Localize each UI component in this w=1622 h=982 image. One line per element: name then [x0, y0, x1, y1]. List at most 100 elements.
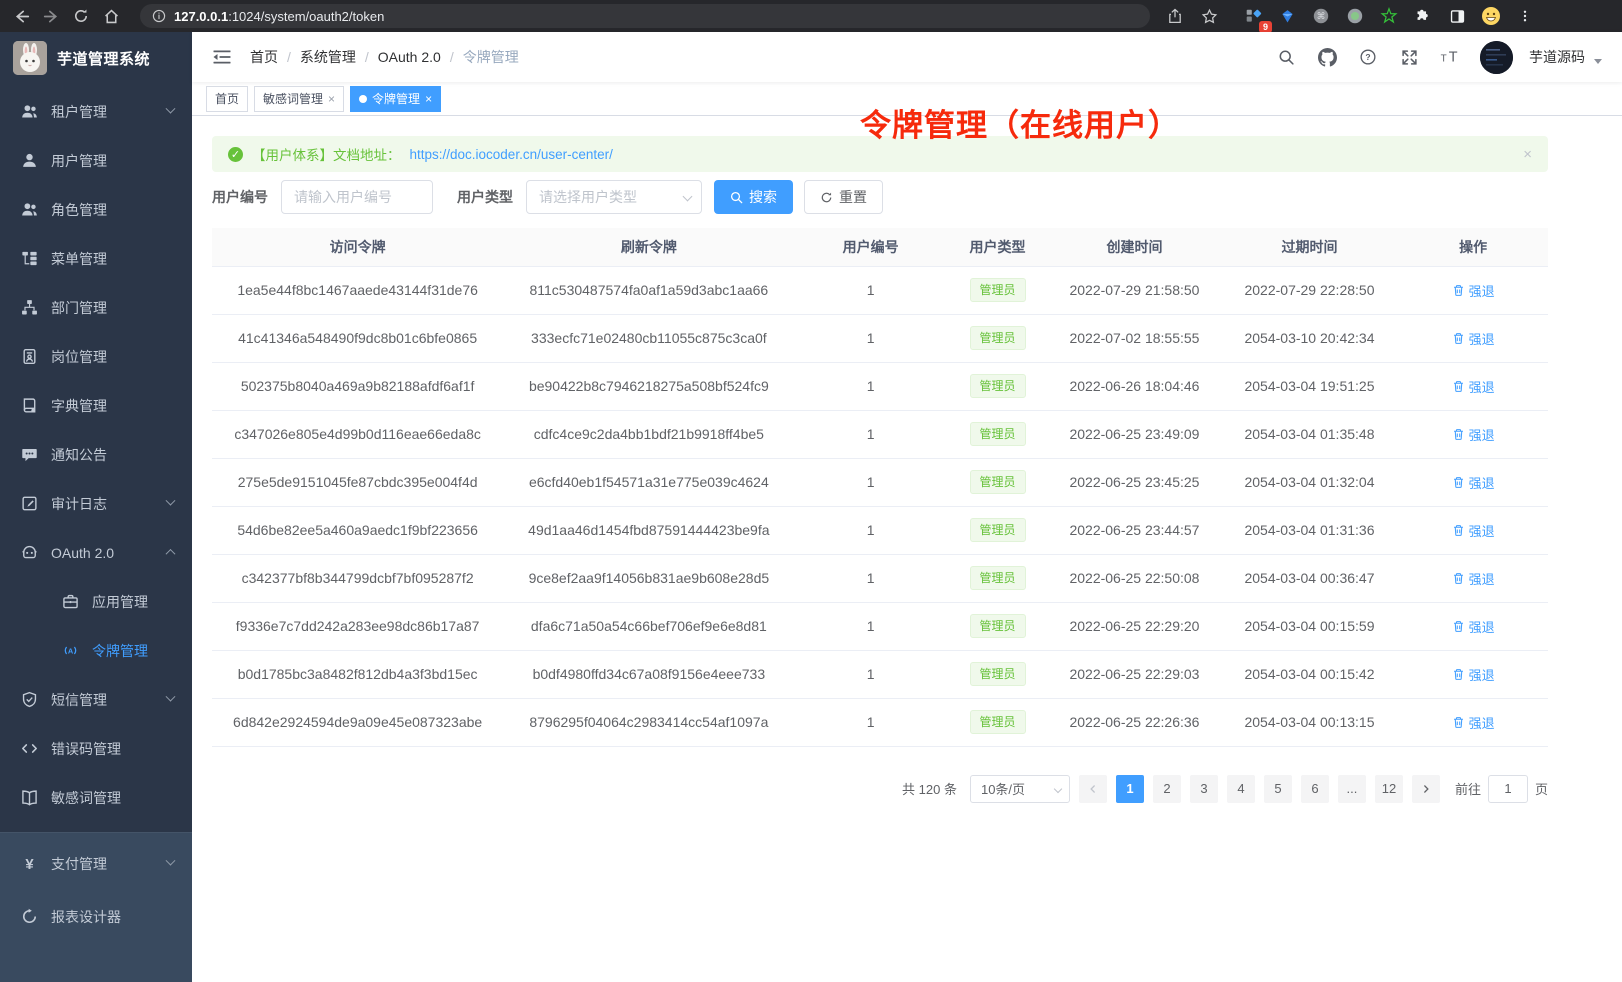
- sidebar-item-应用管理[interactable]: 应用管理: [0, 577, 192, 626]
- page-button-12[interactable]: 12: [1375, 775, 1403, 803]
- force-logout-button[interactable]: 强退: [1452, 521, 1495, 540]
- extension-record-icon[interactable]: [1340, 3, 1370, 29]
- address-bar[interactable]: 127.0.0.1:1024/system/oauth2/token: [140, 4, 1150, 28]
- alert-close-icon[interactable]: ×: [1523, 146, 1532, 163]
- tab-token-management[interactable]: 令牌管理 ×: [350, 86, 441, 112]
- sidebar-item-岗位管理[interactable]: 岗位管理: [0, 332, 192, 381]
- breadcrumb-home[interactable]: 首页: [250, 47, 278, 67]
- svg-text:⌘: ⌘: [1317, 11, 1326, 21]
- page-button-5[interactable]: 5: [1264, 775, 1292, 803]
- sidepanel-icon[interactable]: [1442, 3, 1472, 29]
- breadcrumb-oauth[interactable]: OAuth 2.0: [378, 49, 441, 65]
- site-info-icon[interactable]: [152, 9, 166, 23]
- sidebar-item-OAuth 2.0[interactable]: OAuth 2.0: [0, 528, 192, 577]
- force-logout-button[interactable]: 强退: [1452, 569, 1495, 588]
- user-type-cell: 管理员: [947, 650, 1049, 698]
- doc-link[interactable]: https://doc.iocoder.cn/user-center/: [410, 147, 613, 162]
- sidebar-item-用户管理[interactable]: 用户管理: [0, 136, 192, 185]
- goto-page-input[interactable]: [1488, 775, 1528, 803]
- sidebar-item-菜单管理[interactable]: 菜单管理: [0, 234, 192, 283]
- next-page-button[interactable]: [1412, 775, 1440, 803]
- tab-home[interactable]: 首页: [206, 86, 248, 112]
- fullscreen-icon[interactable]: [1392, 40, 1426, 74]
- prev-page-button[interactable]: [1079, 775, 1107, 803]
- browser-back-icon[interactable]: [6, 3, 36, 29]
- svg-text:T: T: [1441, 54, 1447, 65]
- extension-puzzle-icon[interactable]: [1408, 3, 1438, 29]
- goto-label: 前往: [1455, 779, 1481, 798]
- tab-close-icon[interactable]: ×: [425, 93, 432, 105]
- extension-gem-icon[interactable]: [1272, 3, 1302, 29]
- yen-icon: ¥: [21, 855, 38, 872]
- search-button[interactable]: 搜索: [714, 180, 793, 214]
- browser-home-icon[interactable]: [96, 3, 126, 29]
- chevron-down-icon: [166, 856, 176, 866]
- page-button-1[interactable]: 1: [1116, 775, 1144, 803]
- trash-icon: [1452, 524, 1465, 537]
- more-pages-button[interactable]: ...: [1338, 775, 1366, 803]
- page-button-2[interactable]: 2: [1153, 775, 1181, 803]
- user-menu-caret-icon[interactable]: [1594, 59, 1602, 64]
- bookmark-star-icon[interactable]: [1194, 3, 1224, 29]
- alert-text: 【用户体系】文档地址：: [252, 144, 401, 164]
- app-logo-row[interactable]: 芋道管理系统: [0, 32, 192, 84]
- created-time-cell: 2022-06-26 18:04:46: [1048, 362, 1220, 410]
- reset-button[interactable]: 重置: [804, 180, 883, 214]
- search-icon[interactable]: [1269, 40, 1303, 74]
- force-logout-button[interactable]: 强退: [1452, 617, 1495, 636]
- browser-menu-icon[interactable]: [1510, 3, 1540, 29]
- force-logout-button[interactable]: 强退: [1452, 329, 1495, 348]
- sidebar-item-租户管理[interactable]: 租户管理: [0, 87, 192, 136]
- sidebar-item-审计日志[interactable]: 审计日志: [0, 479, 192, 528]
- page-size-select[interactable]: 10条/页: [970, 775, 1070, 803]
- share-icon[interactable]: [1160, 3, 1190, 29]
- force-logout-button[interactable]: 强退: [1452, 473, 1495, 492]
- github-icon[interactable]: [1310, 40, 1344, 74]
- sidebar-item-角色管理[interactable]: 角色管理: [0, 185, 192, 234]
- sidebar-collapse-icon[interactable]: [212, 47, 232, 67]
- chevron-up-icon: [166, 549, 176, 559]
- table-row: c342377bf8b344799dcbf7bf095287f29ce8ef2a…: [212, 554, 1548, 602]
- browser-forward-icon[interactable]: [36, 3, 66, 29]
- tab-close-icon[interactable]: ×: [328, 93, 335, 105]
- user-id-input[interactable]: [281, 180, 433, 214]
- user-name[interactable]: 芋道源码: [1529, 47, 1585, 67]
- help-icon[interactable]: ?: [1351, 40, 1385, 74]
- active-dot: [359, 95, 367, 103]
- font-size-icon[interactable]: TT: [1433, 40, 1467, 74]
- force-logout-button[interactable]: 强退: [1452, 713, 1495, 732]
- force-logout-button[interactable]: 强退: [1452, 281, 1495, 300]
- extension-star-icon[interactable]: [1374, 3, 1404, 29]
- browser-reload-icon[interactable]: [66, 3, 96, 29]
- created-time-cell: 2022-07-29 21:58:50: [1048, 266, 1220, 314]
- force-logout-button[interactable]: 强退: [1452, 377, 1495, 396]
- breadcrumb-system[interactable]: 系统管理: [300, 47, 356, 67]
- user-type-select[interactable]: 请选择用户类型: [526, 180, 702, 214]
- sidebar-item-字典管理[interactable]: 字典管理: [0, 381, 192, 430]
- user-avatar[interactable]: [1480, 41, 1513, 74]
- org-tree-icon: [21, 299, 38, 316]
- sidebar-item-短信管理[interactable]: 短信管理: [0, 675, 192, 724]
- sidebar-item-令牌管理[interactable]: A令牌管理: [0, 626, 192, 675]
- extension-command-icon[interactable]: ⌘: [1306, 3, 1336, 29]
- sidebar-item-报表设计器[interactable]: 报表设计器: [0, 890, 192, 943]
- main-area: 首页 / 系统管理 / OAuth 2.0 / 令牌管理 ? TT: [192, 32, 1622, 982]
- page-suffix: 页: [1535, 779, 1548, 798]
- access-token-cell: c342377bf8b344799dcbf7bf095287f2: [212, 554, 503, 602]
- sidebar-item-通知公告[interactable]: 通知公告: [0, 430, 192, 479]
- user-type-cell: 管理员: [947, 554, 1049, 602]
- force-logout-button[interactable]: 强退: [1452, 425, 1495, 444]
- code-icon: [21, 740, 38, 757]
- profile-avatar-icon[interactable]: [1476, 3, 1506, 29]
- page-button-4[interactable]: 4: [1227, 775, 1255, 803]
- page-button-6[interactable]: 6: [1301, 775, 1329, 803]
- sidebar-item-支付管理[interactable]: ¥支付管理: [0, 837, 192, 890]
- tab-sensitive-words[interactable]: 敏感词管理 ×: [254, 86, 344, 112]
- sidebar-item-部门管理[interactable]: 部门管理: [0, 283, 192, 332]
- access-token-cell: b0d1785bc3a8482f812db4a3f3bd15ec: [212, 650, 503, 698]
- extension-blocks-icon[interactable]: 9: [1238, 3, 1268, 29]
- force-logout-button[interactable]: 强退: [1452, 665, 1495, 684]
- sidebar-item-敏感词管理[interactable]: 敏感词管理: [0, 773, 192, 822]
- sidebar-item-错误码管理[interactable]: 错误码管理: [0, 724, 192, 773]
- page-button-3[interactable]: 3: [1190, 775, 1218, 803]
